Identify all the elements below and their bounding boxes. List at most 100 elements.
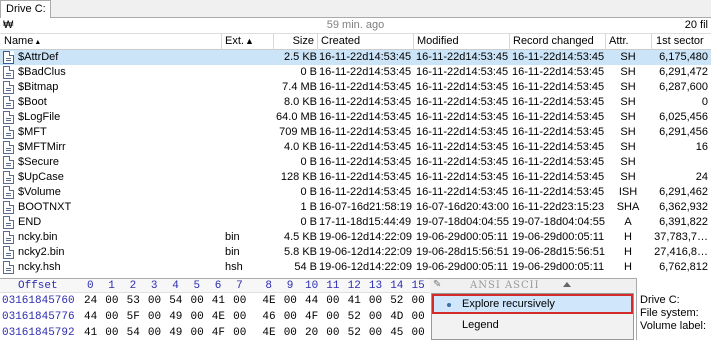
- cell-record-changed: 16-11-22d14:53:45: [512, 51, 605, 63]
- hex-byte[interactable]: 00: [412, 325, 425, 340]
- hex-byte[interactable]: 00: [191, 325, 204, 340]
- hex-byte[interactable]: 00: [233, 293, 246, 309]
- hex-byte[interactable]: 5F: [127, 309, 140, 325]
- cell-first-sector: 16: [695, 141, 708, 153]
- column-size[interactable]: Size: [274, 34, 318, 50]
- hex-byte[interactable]: 00: [412, 309, 425, 325]
- hex-byte[interactable]: 00: [326, 309, 339, 325]
- hex-byte[interactable]: 53: [127, 293, 140, 309]
- hex-byte[interactable]: 41: [212, 293, 225, 309]
- cell-created: 16-11-22d14:53:45: [319, 141, 412, 153]
- cell-first-sector: 6,291,462: [659, 186, 708, 198]
- hex-byte[interactable]: 46: [262, 309, 275, 325]
- volume-info-pane: Drive C: File system: Volume label:: [640, 294, 711, 340]
- tab-drive-c[interactable]: Drive C:: [0, 0, 51, 18]
- hex-row[interactable]: 03161845776 44 00 5F 00 49 00 4E 00 46 00 4F 00 52 00 4…: [0, 309, 430, 325]
- table-row[interactable]: $BadClus 0 B 16-11-22d14:53:45 16-11-22d14:…: [0, 65, 711, 80]
- hex-byte[interactable]: 41: [348, 293, 361, 309]
- collapse-up-icon[interactable]: [563, 282, 571, 287]
- cell-created: 17-11-18d15:44:49: [319, 216, 412, 228]
- table-row[interactable]: $Volume 0 B 16-11-22d14:53:45 16-11-22d14:5…: [0, 185, 711, 200]
- column-record-changed[interactable]: Record changed: [510, 34, 606, 50]
- table-row[interactable]: $AttrDef 2.5 KB 16-11-22d14:53:45 16-11-22d…: [0, 50, 711, 65]
- column-modified[interactable]: Modified: [414, 34, 510, 50]
- column-header: Name▲ Ext.▲ Size Created Modified Record…: [0, 34, 711, 50]
- hex-column-label: 3: [150, 280, 158, 292]
- hex-byte[interactable]: 49: [169, 325, 182, 340]
- cell-name: BOOTNXT: [18, 201, 72, 213]
- hex-column-label: 2: [129, 280, 137, 292]
- hex-byte[interactable]: 44: [305, 293, 318, 309]
- hex-byte[interactable]: 49: [169, 309, 182, 325]
- hex-byte[interactable]: 00: [284, 325, 297, 340]
- table-row[interactable]: $MFTMirr 4.0 KB 16-11-22d14:53:45 16-11-22d…: [0, 140, 711, 155]
- column-attr[interactable]: Attr.: [606, 34, 652, 50]
- table-row[interactable]: BOOTNXT 1 B 16-07-16d21:58:19 16-07-16d20:4…: [0, 200, 711, 215]
- edit-icon[interactable]: ✎: [433, 279, 441, 290]
- hex-byte[interactable]: 41: [84, 325, 97, 340]
- cell-size: 5.8 KB: [283, 246, 317, 258]
- hex-byte[interactable]: 52: [390, 293, 403, 309]
- hex-byte[interactable]: 4E: [262, 293, 275, 309]
- hex-byte[interactable]: 4F: [305, 309, 318, 325]
- hex-row[interactable]: 03161845760 24 00 53 00 54 00 41 00 4E 00 44 00 41 00 5…: [0, 293, 430, 309]
- file-list[interactable]: $AttrDef 2.5 KB 16-11-22d14:53:45 16-11-22d…: [0, 50, 711, 275]
- hex-byte[interactable]: 00: [191, 309, 204, 325]
- hex-byte[interactable]: 00: [233, 325, 246, 340]
- hex-byte[interactable]: 54: [127, 325, 140, 340]
- hex-byte[interactable]: 20: [305, 325, 318, 340]
- hex-byte[interactable]: 00: [284, 309, 297, 325]
- hex-column-label: 12: [347, 280, 361, 292]
- cell-name: $Volume: [18, 186, 61, 198]
- hex-byte[interactable]: 00: [369, 293, 382, 309]
- table-row[interactable]: END 0 B 17-11-18d15:44:49 19-07-18d04:04:55…: [0, 215, 711, 230]
- hex-byte[interactable]: 00: [148, 293, 161, 309]
- hex-byte[interactable]: 00: [412, 293, 425, 309]
- hex-byte[interactable]: 52: [348, 325, 361, 340]
- hex-byte[interactable]: 00: [105, 325, 118, 340]
- table-row[interactable]: ncky.hsh hsh 54 B 19-06-12d14:22:09 19-06-29…: [0, 260, 711, 275]
- hex-byte[interactable]: 00: [369, 325, 382, 340]
- pane-splitter[interactable]: [636, 278, 637, 340]
- hex-byte[interactable]: 00: [326, 293, 339, 309]
- menu-item-legend[interactable]: Legend: [432, 315, 633, 335]
- hex-byte[interactable]: 00: [284, 293, 297, 309]
- table-row[interactable]: ncky2.bin bin 5.8 KB 19-06-12d14:22:09 19-06…: [0, 245, 711, 260]
- table-row[interactable]: $Bitmap 7.4 MB 16-11-22d14:53:45 16-11-22d1…: [0, 80, 711, 95]
- column-created[interactable]: Created: [318, 34, 414, 50]
- cell-modified: 19-06-29d00:05:11: [416, 261, 509, 273]
- hex-byte[interactable]: 00: [369, 309, 382, 325]
- hex-column-label: 6: [214, 280, 222, 292]
- table-row[interactable]: ncky.bin bin 4.5 KB 19-06-12d14:22:09 19-06-…: [0, 230, 711, 245]
- column-name[interactable]: Name▲: [0, 34, 222, 50]
- column-ext[interactable]: Ext.▲: [222, 34, 274, 50]
- hex-byte[interactable]: 54: [169, 293, 182, 309]
- hex-byte[interactable]: 52: [348, 309, 361, 325]
- table-row[interactable]: $Boot 8.0 KB 16-11-22d14:53:45 16-11-22d14:…: [0, 95, 711, 110]
- hex-byte[interactable]: 00: [105, 293, 118, 309]
- hex-byte[interactable]: 4E: [212, 309, 225, 325]
- hex-byte[interactable]: 4F: [212, 325, 225, 340]
- hex-byte[interactable]: 00: [191, 293, 204, 309]
- hex-byte[interactable]: 44: [84, 309, 97, 325]
- column-first-sector[interactable]: 1st sector: [652, 34, 711, 50]
- hex-offset-label: Offset: [18, 280, 58, 292]
- hex-byte[interactable]: 45: [390, 325, 403, 340]
- hex-byte[interactable]: 00: [105, 309, 118, 325]
- hex-byte[interactable]: 4E: [262, 325, 275, 340]
- hex-byte[interactable]: 4D: [390, 309, 403, 325]
- hex-row[interactable]: 03161845792 41 00 54 00 49 00 4F 00 4E 00 20 00 52 00 4…: [0, 325, 430, 340]
- menu-item-explore-recursively[interactable]: Explore recursively: [432, 294, 633, 314]
- table-row[interactable]: $LogFile 64.0 MB 16-11-22d14:53:45 16-11-22…: [0, 110, 711, 125]
- table-row[interactable]: $Secure 0 B 16-11-22d14:53:45 16-11-22d14:5…: [0, 155, 711, 170]
- table-row[interactable]: $MFT 709 MB 16-11-22d14:53:45 16-11-22d14:5…: [0, 125, 711, 140]
- cell-first-sector: 0: [701, 96, 708, 108]
- hex-byte[interactable]: 24: [84, 293, 97, 309]
- table-row[interactable]: $UpCase 128 KB 16-11-22d14:53:45 16-11-22d1…: [0, 170, 711, 185]
- hex-byte[interactable]: 00: [148, 325, 161, 340]
- hex-byte[interactable]: 00: [326, 325, 339, 340]
- cell-modified: 16-11-22d14:53:45: [416, 186, 509, 198]
- cell-modified: 16-11-22d14:53:45: [416, 171, 509, 183]
- hex-byte[interactable]: 00: [148, 309, 161, 325]
- hex-byte[interactable]: 00: [233, 309, 246, 325]
